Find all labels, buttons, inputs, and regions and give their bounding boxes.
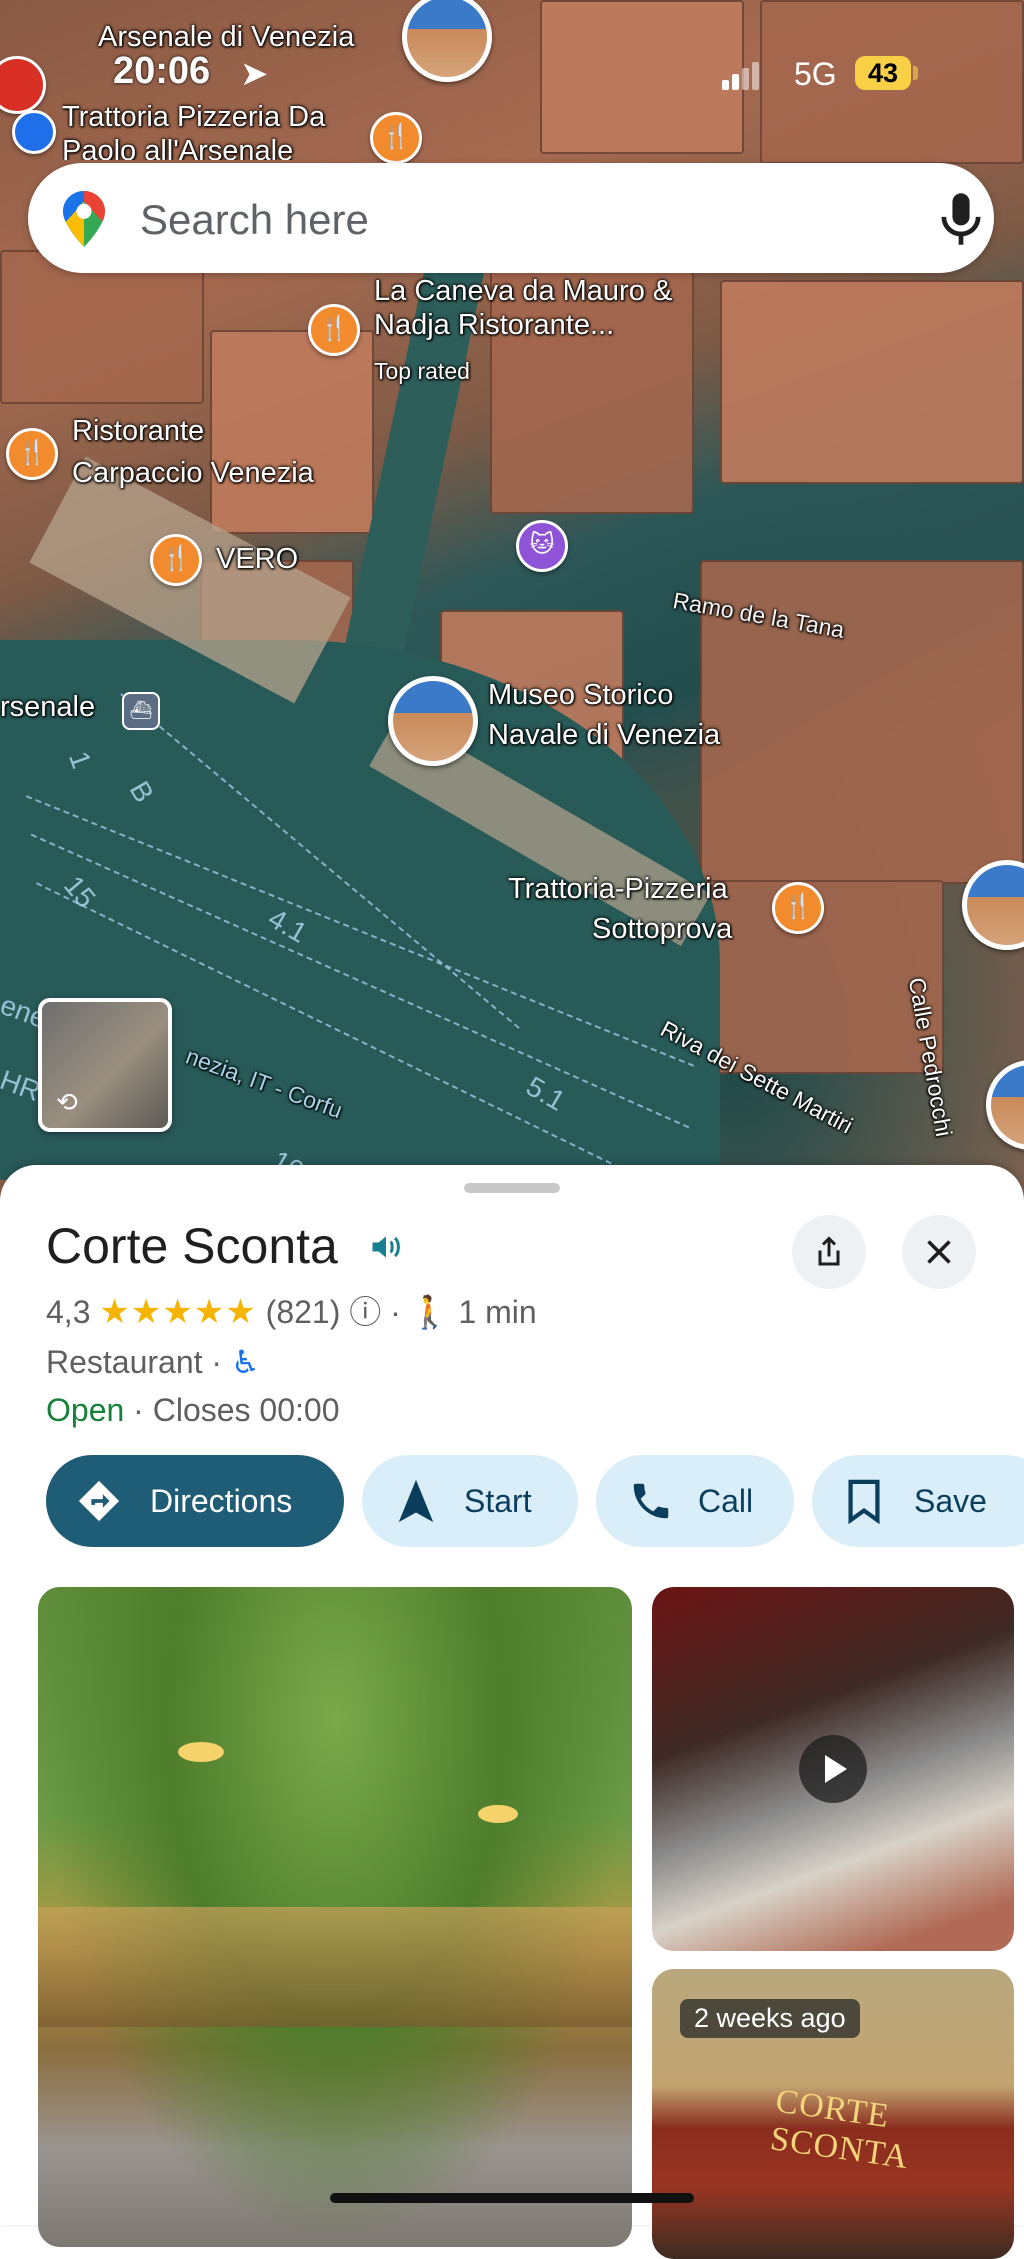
star-rating-icon: ★★★★★: [99, 1293, 257, 1331]
phone-icon: [633, 1483, 669, 1519]
network-type: 5G: [794, 56, 837, 92]
museum-photo-pin[interactable]: [388, 676, 478, 766]
info-icon[interactable]: ⓘ: [349, 1294, 381, 1330]
walking-icon: 🚶: [409, 1294, 450, 1330]
current-location-icon[interactable]: [12, 110, 56, 154]
ferry-stop-icon[interactable]: ⛴: [122, 692, 160, 730]
map-label-sottoprova-1[interactable]: Trattoria-Pizzeria: [508, 872, 728, 906]
search-input[interactable]: [138, 195, 842, 245]
closing-time: Closes 00:00: [152, 1392, 340, 1428]
status-time: 20:06: [113, 50, 211, 92]
start-label: Start: [464, 1483, 532, 1519]
storefront-sign: CORTE SCONTA: [768, 2082, 912, 2177]
map-label-carpaccio-2[interactable]: Carpaccio Venezia: [72, 456, 314, 490]
play-icon[interactable]: [799, 1735, 867, 1803]
rating-row[interactable]: 4,3 ★★★★★ (821) ⓘ · 🚶 1 min: [46, 1287, 537, 1333]
map-pin-icon[interactable]: [0, 56, 46, 114]
directions-button[interactable]: Directions: [46, 1455, 344, 1547]
navigation-arrow-icon: [398, 1479, 434, 1523]
category-row: Restaurant · ♿: [46, 1343, 260, 1381]
map-label-trattoria-paolo[interactable]: Trattoria Pizzeria Da Paolo all'Arsenale: [62, 100, 362, 160]
share-icon: [818, 1236, 840, 1266]
save-label: Save: [914, 1483, 987, 1519]
call-button[interactable]: Call: [596, 1455, 794, 1547]
directions-icon: [78, 1480, 120, 1522]
close-button[interactable]: [902, 1215, 976, 1289]
battery-icon: 43: [855, 56, 911, 90]
place-category: Restaurant: [46, 1344, 203, 1380]
hours-row[interactable]: Open · Closes 00:00: [46, 1392, 340, 1429]
drag-handle[interactable]: [464, 1183, 560, 1193]
place-photo-pin[interactable]: [402, 0, 492, 82]
share-button[interactable]: [792, 1215, 866, 1289]
street-view-thumbnail[interactable]: ⟲: [38, 998, 172, 1132]
location-arrow-icon: ➤: [240, 55, 269, 93]
start-button[interactable]: Start: [362, 1455, 578, 1547]
separator-dot: ·: [133, 1392, 144, 1428]
map-view[interactable]: 1 B 15 4.1 5.1 10 ene HR nezia, IT - Cor…: [0, 0, 1024, 1200]
search-bar[interactable]: [28, 163, 994, 273]
place-photo-pin[interactable]: [986, 1060, 1024, 1150]
place-video-food[interactable]: [652, 1587, 1014, 1951]
map-label-sottoprova-2[interactable]: Sottoprova: [592, 912, 732, 946]
directions-label: Directions: [150, 1483, 293, 1519]
review-count[interactable]: (821): [266, 1294, 341, 1330]
map-label-vero[interactable]: VERO: [216, 542, 298, 576]
restaurant-pin-icon[interactable]: 🍴: [6, 428, 58, 480]
call-label: Call: [698, 1483, 754, 1519]
separator-dot: ·: [390, 1294, 401, 1330]
microphone-icon[interactable]: [934, 189, 988, 249]
close-icon: [927, 1240, 951, 1264]
save-button[interactable]: Save: [812, 1455, 1024, 1547]
bookmark-icon: [848, 1479, 880, 1524]
map-label-arsenale-stop[interactable]: rsenale: [0, 690, 95, 724]
rotate-360-icon: ⟲: [56, 1087, 78, 1117]
speaker-icon[interactable]: [368, 1229, 404, 1265]
place-title: Corte Sconta: [46, 1218, 338, 1274]
map-label-carpaccio-1[interactable]: Ristorante: [72, 414, 204, 448]
photo-age-badge: 2 weeks ago: [680, 1999, 860, 2038]
lamp-decoration: [478, 1805, 518, 1823]
place-details-sheet: Corte Sconta 4,3 ★★★★★ (821) ⓘ · 🚶 1 min…: [0, 1165, 1024, 2259]
wheelchair-accessible-icon: ♿: [230, 1344, 260, 1380]
map-building: [0, 250, 204, 404]
place-photo-storefront[interactable]: 2 weeks ago CORTE SCONTA: [652, 1969, 1014, 2259]
restaurant-pin-icon[interactable]: 🍴: [370, 112, 422, 164]
open-status: Open: [46, 1392, 125, 1428]
map-building: [540, 0, 744, 154]
map-building: [210, 330, 374, 534]
restaurant-pin-icon[interactable]: 🍴: [150, 534, 202, 586]
google-maps-logo-icon: [63, 191, 105, 247]
home-indicator[interactable]: [330, 2193, 694, 2203]
lamp-decoration: [178, 1742, 224, 1762]
map-building: [720, 280, 1024, 484]
rating-value: 4,3: [46, 1294, 91, 1330]
restaurant-pin-icon[interactable]: 🍴: [772, 882, 824, 934]
courtyard-wall: [38, 1907, 632, 2027]
map-label-caneva[interactable]: La Caneva da Mauro & Nadja Ristorante...: [374, 274, 694, 342]
restaurant-pin-icon[interactable]: 🍴: [308, 304, 360, 356]
walk-time: 1 min: [458, 1294, 537, 1330]
map-label-arsenale[interactable]: Arsenale di Venezia: [98, 20, 354, 54]
top-rated-badge: Top rated: [374, 358, 470, 384]
map-label-museo-1[interactable]: Museo Storico: [488, 678, 673, 712]
battery-tip: [913, 66, 918, 80]
separator-dot: ·: [211, 1344, 223, 1380]
map-label-museo-2[interactable]: Navale di Venezia: [488, 718, 720, 752]
attraction-pin-icon[interactable]: 🐱: [516, 520, 568, 572]
place-photo-courtyard[interactable]: [38, 1587, 632, 2247]
signal-icon: [722, 58, 762, 90]
